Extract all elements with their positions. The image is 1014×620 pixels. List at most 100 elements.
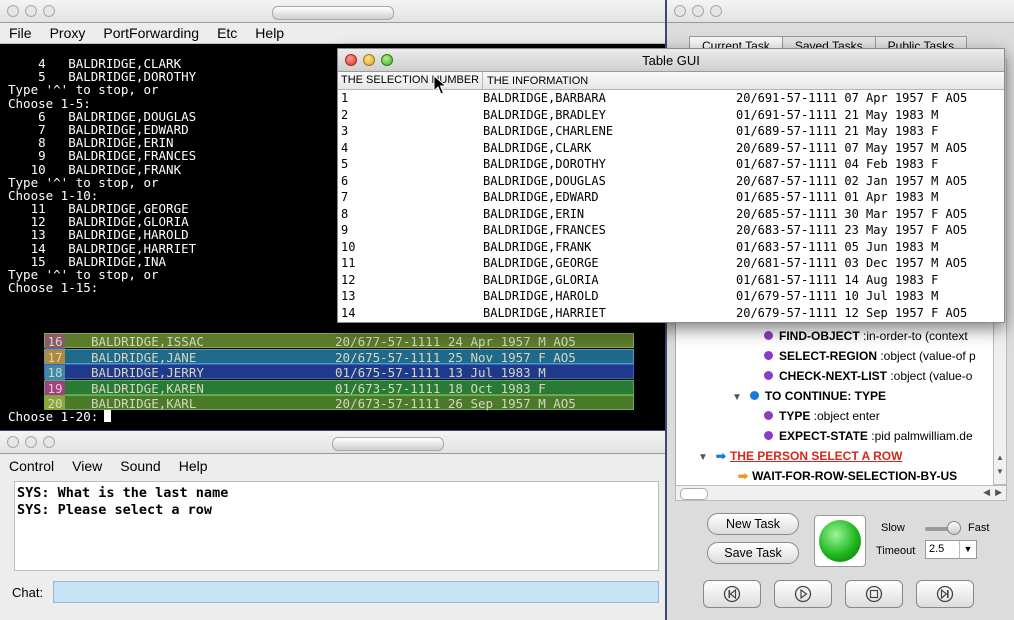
highlighted-row[interactable]: 20 BALDRIDGE,KARL 20/673-57-1111 26 Sep 19… <box>44 395 634 411</box>
save-task-button[interactable]: Save Task <box>707 542 799 564</box>
task-tree-label: TO CONTINUE: TYPE <box>764 389 887 403</box>
status-light-frame <box>814 515 866 567</box>
column-header-selection-number[interactable]: THE SELECTION NUMBER <box>338 72 483 89</box>
table-row[interactable]: 4 BALDRIDGE,CLARK 20/689-57-1111 07 May 19… <box>338 140 1004 157</box>
menu-control[interactable]: Control <box>0 458 63 474</box>
menu-view[interactable]: View <box>63 458 111 474</box>
task-tree-item[interactable]: ▼ ➡ THE PERSON SELECT A ROW <box>698 449 902 463</box>
highlighted-row[interactable]: 18 BALDRIDGE,JERRY 01/675-57-1111 13 Jul 1… <box>44 364 634 380</box>
speed-slider-knob[interactable] <box>946 521 961 535</box>
menu-proxy[interactable]: Proxy <box>41 25 95 41</box>
scroll-right-arrow[interactable]: ▶ <box>995 487 1002 498</box>
table-row[interactable]: 12 BALDRIDGE,GLORIA 01/681-57-1111 14 Aug … <box>338 272 1004 289</box>
cell-info: 20/685-57-1111 30 Mar 1957 F AO5 <box>736 206 968 221</box>
cell-info: 20/689-57-1111 07 May 1957 M AO5 <box>736 140 968 155</box>
cell-name: BALDRIDGE,GLORIA <box>483 272 599 287</box>
cell-info: 20/691-57-1111 07 Apr 1957 F AO5 <box>736 91 968 105</box>
table-row[interactable]: 7 BALDRIDGE,EDWARD 01/685-57-1111 01 Apr 1… <box>338 189 1004 206</box>
highlighted-row[interactable]: 16 BALDRIDGE,ISSAC 20/677-57-1111 24 Apr 1… <box>44 333 634 349</box>
terminal-titlebar[interactable] <box>0 0 665 23</box>
table-row[interactable]: 3 BALDRIDGE,CHARLENE 01/689-57-1111 21 May… <box>338 123 1004 140</box>
stop-button[interactable] <box>845 580 903 608</box>
toolbar-toggle[interactable] <box>272 6 394 20</box>
speed-slider[interactable] <box>925 521 961 535</box>
menu-help[interactable]: Help <box>246 25 293 41</box>
scroll-down-arrow[interactable]: ▼ <box>996 467 1004 476</box>
chevron-down-icon: ▼ <box>959 541 976 558</box>
menu-sound[interactable]: Sound <box>111 458 169 474</box>
zoom-button[interactable] <box>43 436 55 448</box>
timeout-select[interactable]: 2.5 ▼ <box>925 540 977 559</box>
task-tree-item[interactable]: CHECK-NEXT-LIST :object (value-o <box>764 369 972 383</box>
table-row[interactable]: 11 BALDRIDGE,GEORGE 20/681-57-1111 03 Dec … <box>338 255 1004 272</box>
table-gui-window: Table GUI THE SELECTION NUMBER THE INFOR… <box>337 48 1005 323</box>
chat-transcript: SYS: What is the last name SYS: Please se… <box>14 481 659 571</box>
table-row[interactable]: 14 BALDRIDGE,HARRIET 20/679-57-1111 12 Sep… <box>338 305 1004 322</box>
task-panel-titlebar[interactable] <box>667 0 1014 23</box>
table-row[interactable]: 10 BALDRIDGE,FRANK 01/683-57-1111 05 Jun 1… <box>338 239 1004 256</box>
row-info: 20/673-57-1111 26 Sep 1957 M AO5 <box>335 396 576 411</box>
window-title: Table GUI <box>642 53 700 68</box>
highlighted-row[interactable]: 19 BALDRIDGE,KAREN 01/673-57-1111 18 Oct 1… <box>44 379 634 396</box>
cell-selection-number: 3 <box>341 124 349 138</box>
minimize-button[interactable] <box>25 5 37 17</box>
cell-name: BALDRIDGE,CHARLENE <box>483 124 614 138</box>
new-task-button[interactable]: New Task <box>707 513 799 535</box>
table-row[interactable]: 5 BALDRIDGE,DOROTHY 01/687-57-1111 04 Feb … <box>338 156 1004 173</box>
menu-file[interactable]: File <box>0 25 41 41</box>
task-tree-item[interactable]: FIND-OBJECT :in-order-to (context <box>764 329 968 343</box>
cell-selection-number: 14 <box>341 305 356 320</box>
minimize-button[interactable] <box>692 5 704 17</box>
play-icon <box>794 585 812 603</box>
task-tree-label: EXPECT-STATE <box>779 429 868 443</box>
close-button[interactable] <box>7 5 19 17</box>
scroll-thumb[interactable] <box>680 488 708 500</box>
table-gui-titlebar[interactable]: Table GUI <box>338 49 1004 72</box>
column-header-information[interactable]: THE INFORMATION <box>483 75 588 87</box>
table-row[interactable]: 2 BALDRIDGE,BRADLEY 01/691-57-1111 21 May … <box>338 107 1004 124</box>
cell-info: 01/681-57-1111 14 Aug 1983 F <box>736 272 939 287</box>
toolbar-toggle[interactable] <box>332 437 444 451</box>
task-tree-item[interactable]: TYPE :object enter <box>764 409 880 423</box>
minimize-button[interactable] <box>25 436 37 448</box>
highlighted-row[interactable]: 17 BALDRIDGE,JANE 20/675-57-1111 25 Nov 19… <box>44 348 634 365</box>
disclosure-triangle-icon[interactable]: ▼ <box>732 392 742 403</box>
menu-portforwarding[interactable]: PortForwarding <box>94 25 208 41</box>
horizontal-scrollbar[interactable]: ◀ ▶ <box>675 485 1007 501</box>
step-forward-button[interactable] <box>916 580 974 608</box>
close-button[interactable] <box>7 436 19 448</box>
terminal-line: Type '^' to stop, or <box>8 174 159 190</box>
disclosure-triangle-icon[interactable]: ▼ <box>698 452 708 463</box>
cell-selection-number: 4 <box>341 140 349 155</box>
zoom-button[interactable] <box>43 5 55 17</box>
task-tree-item[interactable]: ▼ TO CONTINUE: TYPE <box>732 389 886 403</box>
chat-message: SYS: Please select a row <box>17 502 213 518</box>
highlighted-selection-rows: 16 BALDRIDGE,ISSAC 20/677-57-1111 24 Apr 1… <box>8 333 648 413</box>
row-name: BALDRIDGE,JERRY <box>91 365 204 380</box>
step-back-button[interactable] <box>703 580 761 608</box>
table-row[interactable]: 6 BALDRIDGE,DOUGLAS 20/687-57-1111 02 Jan … <box>338 173 1004 190</box>
task-tree-detail: :object (value-of p <box>877 349 976 363</box>
cell-name: BALDRIDGE,BARBARA <box>483 91 606 105</box>
table-body: 1 BALDRIDGE,BARBARA 20/691-57-1111 07 Apr … <box>338 90 1004 325</box>
play-button[interactable] <box>774 580 832 608</box>
chat-window: Control View Sound Help SYS: What is the la… <box>0 431 665 620</box>
menu-etc[interactable]: Etc <box>208 25 246 41</box>
zoom-button[interactable] <box>710 5 722 17</box>
task-tree-label: CHECK-NEXT-LIST <box>779 369 887 383</box>
task-tree-item[interactable]: ➡ WAIT-FOR-ROW-SELECTION-BY-US <box>738 469 957 483</box>
table-row[interactable]: 8 BALDRIDGE,ERIN 20/685-57-1111 30 Mar 195… <box>338 206 1004 223</box>
cell-selection-number: 6 <box>341 173 349 188</box>
scroll-left-arrow[interactable]: ◀ <box>983 487 990 498</box>
task-tree-item[interactable]: EXPECT-STATE :pid palmwilliam.de <box>764 429 973 443</box>
menu-help[interactable]: Help <box>170 458 217 474</box>
scroll-up-arrow[interactable]: ▲ <box>996 453 1004 462</box>
chat-input[interactable] <box>53 581 659 603</box>
close-button[interactable] <box>674 5 686 17</box>
terminal-menubar: File Proxy PortForwarding Etc Help <box>0 23 665 44</box>
chat-titlebar[interactable] <box>0 431 665 454</box>
task-tree-item[interactable]: SELECT-REGION :object (value-of p <box>764 349 976 363</box>
row-name: BALDRIDGE,KARL <box>91 396 197 411</box>
table-row[interactable]: 9 BALDRIDGE,FRANCES 20/683-57-1111 23 May … <box>338 222 1004 239</box>
table-row[interactable]: 13 BALDRIDGE,HAROLD 01/679-57-1111 10 Jul … <box>338 288 1004 305</box>
